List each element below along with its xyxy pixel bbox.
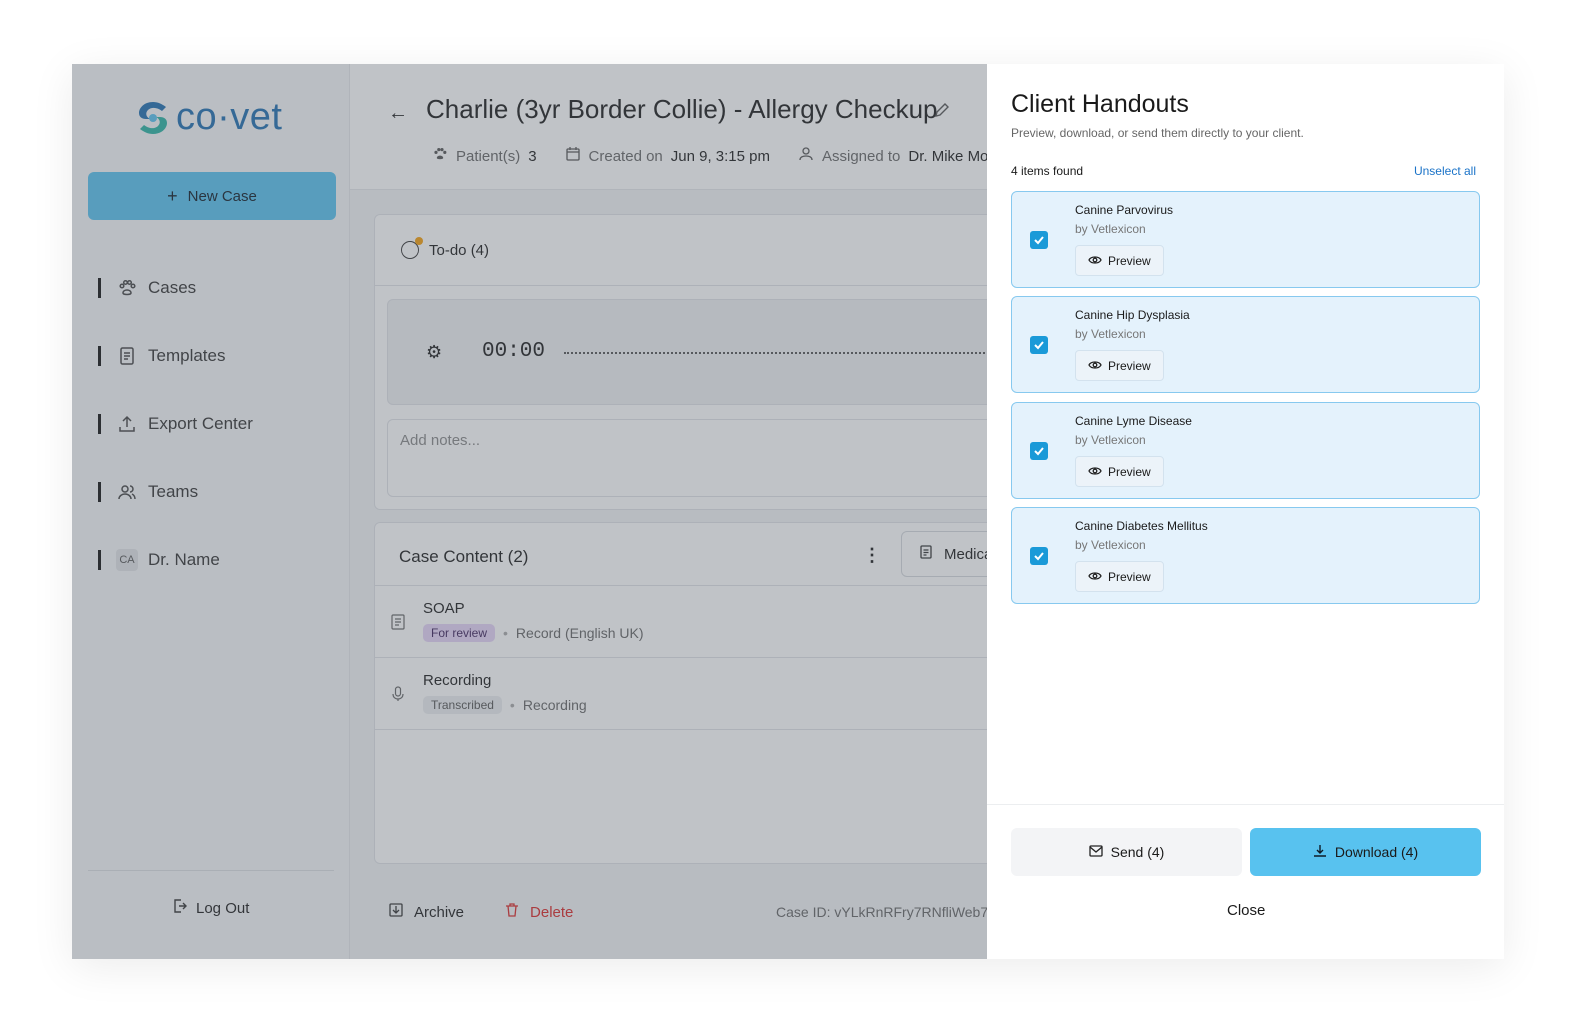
mail-icon [1088,844,1103,860]
handout-name: Canine Lyme Disease [1075,414,1192,428]
send-label: Send (4) [1110,844,1165,860]
app-window: co·vet + New Case Cases Templates Export… [72,64,1504,959]
handout-card[interactable]: Canine Diabetes Mellitus by Vetlexicon P… [1011,507,1480,604]
client-handouts-drawer: Client Handouts Preview, download, or se… [987,64,1504,959]
preview-button[interactable]: Preview [1075,245,1164,276]
handout-name: Canine Parvovirus [1075,203,1174,217]
eye-icon [1088,465,1102,479]
preview-label: Preview [1108,464,1151,479]
handout-source: by Vetlexicon [1075,327,1146,341]
handout-card[interactable]: Canine Lyme Disease by Vetlexicon Previe… [1011,402,1480,499]
divider [987,804,1504,805]
handout-name: Canine Hip Dysplasia [1075,308,1190,322]
handout-card[interactable]: Canine Hip Dysplasia by Vetlexicon Previ… [1011,296,1480,393]
drawer-subtitle: Preview, download, or send them directly… [1011,126,1304,140]
checkbox-checked[interactable] [1030,336,1048,354]
unselect-all-link[interactable]: Unselect all [1414,164,1476,178]
handout-name: Canine Diabetes Mellitus [1075,519,1208,533]
checkbox-checked[interactable] [1030,231,1048,249]
send-button[interactable]: Send (4) [1011,828,1242,876]
drawer-title: Client Handouts [1011,90,1189,118]
download-button[interactable]: Download (4) [1250,828,1481,876]
download-icon [1313,844,1327,861]
eye-icon [1088,570,1102,584]
checkbox-checked[interactable] [1030,547,1048,565]
preview-button[interactable]: Preview [1075,561,1164,592]
preview-button[interactable]: Preview [1075,350,1164,381]
handout-source: by Vetlexicon [1075,222,1146,236]
preview-label: Preview [1108,569,1151,584]
eye-icon [1088,359,1102,373]
items-count: 4 items found [1011,164,1084,178]
modal-backdrop[interactable] [72,64,987,959]
preview-button[interactable]: Preview [1075,456,1164,487]
handout-source: by Vetlexicon [1075,538,1146,552]
eye-icon [1088,254,1102,268]
checkbox-checked[interactable] [1030,442,1048,460]
download-label: Download (4) [1334,844,1419,860]
preview-label: Preview [1108,358,1151,373]
handout-source: by Vetlexicon [1075,433,1146,447]
handout-card[interactable]: Canine Parvovirus by Vetlexicon Preview [1011,191,1480,288]
close-button[interactable]: Close [1227,902,1265,919]
preview-label: Preview [1108,253,1151,268]
